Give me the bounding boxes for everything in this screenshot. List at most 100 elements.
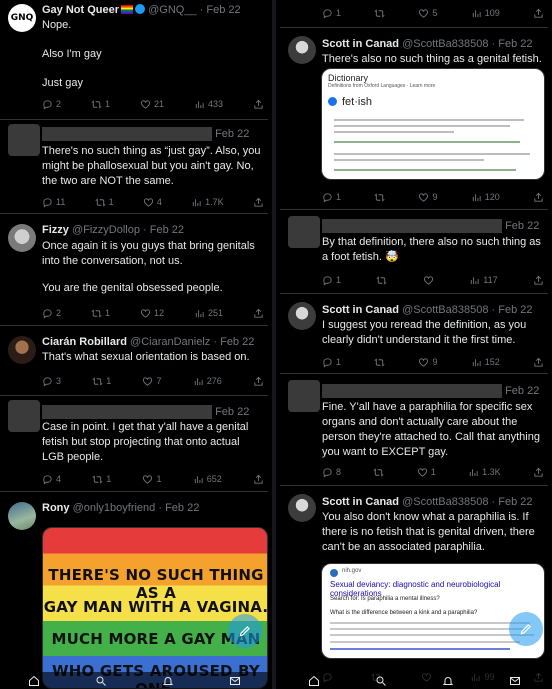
author-handle[interactable]: @ScottBa838508	[402, 38, 488, 50]
tweet[interactable]: Feb 22 By that definition, there also no…	[280, 210, 548, 294]
views-button[interactable]: 109	[471, 8, 500, 19]
tweet-date[interactable]: Feb 22	[215, 128, 249, 140]
tweet[interactable]: Feb 22 Fine. Y'all have a paraphilia for…	[280, 374, 548, 486]
mail-icon[interactable]	[509, 675, 521, 687]
meme-image[interactable]: THERE'S NO SUCH THING AS A GAY MAN WITH …	[42, 527, 268, 689]
share-button[interactable]	[533, 357, 544, 368]
views-button[interactable]: 276	[193, 376, 222, 387]
reply-button[interactable]: 2	[42, 99, 61, 110]
like-button[interactable]: 5	[418, 8, 438, 19]
views-button[interactable]: 152	[471, 357, 500, 368]
avatar[interactable]	[288, 36, 316, 64]
compose-button[interactable]	[509, 612, 543, 646]
views-button[interactable]: 433	[194, 99, 223, 110]
views-button[interactable]: 1.3K	[468, 467, 501, 478]
avatar[interactable]: GNQ	[8, 4, 36, 32]
author-handle[interactable]: @only1boyfriend	[73, 502, 156, 514]
avatar[interactable]	[8, 224, 36, 252]
reply-button[interactable]: 3	[42, 376, 61, 387]
like-button[interactable]: 9	[418, 192, 438, 203]
repost-button[interactable]: 1	[91, 308, 110, 319]
author-name[interactable]: Rony	[42, 502, 70, 514]
tweet[interactable]: Feb 22 Case in point. I get that y'all h…	[0, 396, 268, 492]
avatar[interactable]	[8, 502, 36, 530]
share-button[interactable]	[253, 308, 264, 319]
author-handle[interactable]: @ScottBa838508	[402, 496, 488, 508]
like-button[interactable]: 9	[418, 357, 438, 368]
home-icon[interactable]	[308, 675, 320, 687]
home-icon[interactable]	[28, 675, 40, 687]
views-button[interactable]: 251	[194, 308, 223, 319]
share-button[interactable]	[533, 275, 544, 286]
like-button[interactable]: 12	[140, 308, 164, 319]
author-handle[interactable]: @FizzyDollop	[72, 224, 140, 236]
dictionary-card-image[interactable]: Dictionary Definitions from Oxford Langu…	[321, 68, 545, 180]
share-button[interactable]	[253, 197, 264, 208]
tweet-date[interactable]: Feb 22	[165, 502, 199, 514]
author-name[interactable]: Gay Not Queer	[42, 4, 119, 16]
reply-button[interactable]: 2	[42, 308, 61, 319]
mail-icon[interactable]	[229, 675, 241, 687]
tweet[interactable]: Scott in Canad @ScottBa838508 · Feb 22 I…	[280, 294, 548, 374]
views-button[interactable]: 1.7K	[191, 197, 224, 208]
repost-button[interactable]	[376, 275, 387, 286]
share-button[interactable]	[253, 99, 264, 110]
reply-button[interactable]: 11	[42, 197, 65, 208]
share-button[interactable]	[253, 474, 264, 485]
share-button[interactable]	[533, 467, 544, 478]
author-name[interactable]: Scott in Canad	[322, 38, 399, 50]
share-button[interactable]	[533, 8, 544, 19]
reply-button[interactable]: 1	[322, 192, 341, 203]
repost-button[interactable]	[374, 192, 385, 203]
author-name[interactable]: Scott in Canad	[322, 304, 399, 316]
author-handle[interactable]: @CiaranDanielz	[130, 336, 210, 348]
reply-button[interactable]: 1	[322, 8, 341, 19]
repost-button[interactable]: 1	[92, 376, 111, 387]
article-card-image[interactable]: nih.gov Sexual deviancy: diagnostic and …	[321, 563, 545, 659]
share-button[interactable]	[253, 376, 264, 387]
tweet-date[interactable]: Feb 22	[206, 4, 240, 16]
bell-icon[interactable]	[442, 675, 454, 687]
reply-button[interactable]: 1	[322, 357, 341, 368]
share-button[interactable]	[533, 192, 544, 203]
repost-button[interactable]	[373, 467, 384, 478]
like-button[interactable]: 1	[417, 467, 436, 478]
avatar[interactable]	[8, 336, 36, 364]
like-button[interactable]: 21	[140, 99, 164, 110]
tweet-date[interactable]: Feb 22	[498, 496, 532, 508]
tweet[interactable]: Ciarán Robillard @CiaranDanielz · Feb 22…	[0, 326, 268, 396]
author-name[interactable]: Ciarán Robillard	[42, 336, 127, 348]
tweet-date[interactable]: Feb 22	[220, 336, 254, 348]
like-button[interactable]: 7	[142, 376, 161, 387]
like-button[interactable]: 1	[142, 474, 161, 485]
search-icon[interactable]	[375, 675, 387, 687]
tweet-partial[interactable]: 1 5 109	[280, 0, 548, 28]
repost-button[interactable]: 1	[91, 99, 110, 110]
reply-button[interactable]: 4	[42, 474, 61, 485]
tweet-date[interactable]: Feb 22	[215, 406, 249, 418]
like-button[interactable]: 4	[143, 197, 162, 208]
author-name[interactable]: Scott in Canad	[322, 496, 399, 508]
author-handle[interactable]: @GNQ__	[148, 4, 196, 16]
search-icon[interactable]	[95, 675, 107, 687]
tweet-date[interactable]: Feb 22	[505, 220, 539, 232]
compose-button[interactable]	[228, 614, 262, 648]
tweet-date[interactable]: Feb 22	[150, 224, 184, 236]
bell-icon[interactable]	[162, 675, 174, 687]
tweet-date[interactable]: Feb 22	[505, 385, 539, 397]
repost-button[interactable]: 1	[95, 197, 114, 208]
avatar[interactable]	[288, 302, 316, 330]
tweet-date[interactable]: Feb 22	[498, 304, 532, 316]
tweet[interactable]: Fizzy @FizzyDollop · Feb 22 Once again i…	[0, 214, 268, 326]
views-button[interactable]: 117	[469, 275, 498, 286]
avatar[interactable]	[288, 494, 316, 522]
author-name[interactable]: Fizzy	[42, 224, 69, 236]
views-button[interactable]: 120	[471, 192, 500, 203]
reply-button[interactable]: 8	[322, 467, 341, 478]
like-button[interactable]	[423, 275, 434, 286]
reply-button[interactable]: 1	[322, 275, 341, 286]
repost-button[interactable]: 1	[92, 474, 111, 485]
tweet[interactable]: GNQ Gay Not Queer @GNQ__ · Feb 22 Nope. …	[0, 0, 268, 120]
tweet[interactable]: Feb 22 There's no such thing as “just ga…	[0, 120, 268, 214]
views-button[interactable]: 652	[193, 474, 222, 485]
